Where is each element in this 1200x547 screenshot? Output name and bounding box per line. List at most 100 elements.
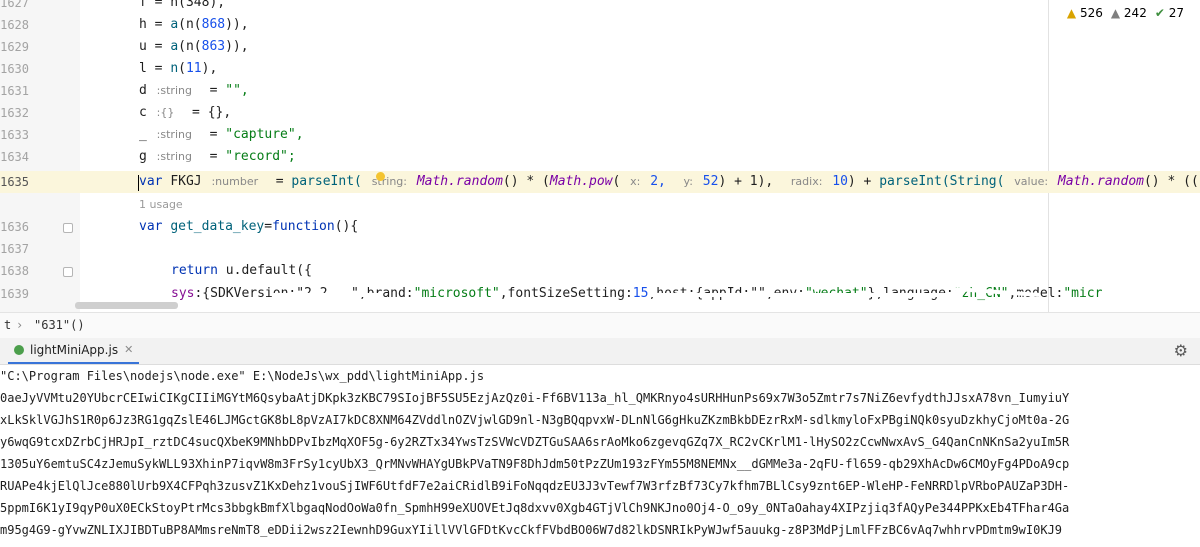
call-name: n [170,61,179,76]
paren: ( [612,174,621,189]
variable-name: u [139,39,147,54]
horizontal-scrollbar[interactable] [75,302,178,309]
redaction-mark [650,293,960,297]
line-number: 1631 [0,84,29,98]
variable-name: d [139,83,147,98]
function-call: parseInt( [291,174,362,189]
code-line[interactable]: 1630 l = n(11), [0,58,1200,80]
variable-name: g [139,149,147,164]
variable-name: c [139,105,147,120]
call-name: a [170,17,179,32]
nodejs-icon [14,345,24,355]
code-text: f = n(348), [139,0,226,10]
code-line[interactable]: 1629 u = a(n(863)), [0,36,1200,58]
line-number: 1634 [0,150,29,164]
string-literal: "microsoft" [413,286,500,301]
operator: ) + 1), [718,174,774,189]
close-icon[interactable]: ✕ [124,338,133,362]
redaction-mark [272,293,382,297]
text-caret [138,175,139,191]
string-literal: "micr [1063,286,1103,301]
number-literal: 10 [832,174,848,189]
operator: () * (( [1143,174,1199,189]
operator: ) + [847,174,880,189]
string-literal: "capture", [225,127,304,142]
fold-toggle-icon[interactable] [63,223,73,233]
keyword: var [139,219,163,234]
paren: (){ [334,219,359,234]
keyword: var [139,174,163,189]
keyword: return [171,263,218,278]
code-line[interactable]: 1628 h = a(n(868)), [0,14,1200,36]
run-tab[interactable]: lightMiniApp.js ✕ [8,338,140,364]
type-hint: string [160,128,192,141]
property-name: sys [171,286,195,301]
code-line[interactable]: 1633 _ :string = "capture", [0,124,1200,146]
method-call: Math.pow [549,174,613,189]
run-toolbar: lightMiniApp.js ✕ ⚙ [0,338,1200,365]
function-call: String( [949,174,1005,189]
code-text: ,fontSizeSetting: [499,286,633,301]
number-literal: 868 [201,17,226,32]
breadcrumb-scope[interactable]: t [4,313,11,338]
line-number: 1629 [0,40,29,54]
function-call: parseInt( [879,174,950,189]
variable-name: h [139,17,147,32]
operator: () * ( [502,174,550,189]
method-call: Math.random [416,174,503,189]
method-call: Math.random [1057,174,1144,189]
console-line: y6wqG9tcxDZrbCjHRJpI_rztDC4sucQXbeK9MNhb… [0,435,1070,449]
number-literal: 2, [650,174,666,189]
number-literal: 11 [185,61,202,76]
lightbulb-icon[interactable] [376,172,385,181]
code-line-current[interactable]: 1635 var FKGJ :number = parseInt( string… [0,171,1200,193]
fold-toggle-icon[interactable] [63,267,73,277]
string-literal: "", [225,83,249,98]
operator: = [264,219,273,234]
object-literal: {}, [207,105,232,120]
usage-hint[interactable]: 1 usage [139,196,183,214]
code-line[interactable]: 1627 f = n(348), [0,0,1200,14]
variable-name: _ [139,127,147,142]
code-line[interactable]: 1637 [0,238,1200,260]
console-line: 5ppmI6K1yI9qyP0uX0ECkStoyPtrMcs3bbgkBmfX… [0,501,1070,515]
call-name: a [170,39,179,54]
breadcrumb-item[interactable]: "631"() [34,313,85,338]
param-hint: x: [630,175,641,188]
line-number: 1628 [0,18,29,32]
variable-name: l [139,61,147,76]
console-line: RUAPe4kjElQlJce880lUrb9X4CFPqh3zusvZ1KxD… [0,479,1070,493]
line-number: 1633 [0,128,29,142]
code-line[interactable]: 1634 g :string = "record"; [0,146,1200,168]
line-number: 1632 [0,106,29,120]
breadcrumb: t › "631"() [0,312,1200,339]
number-literal: 863 [201,39,226,54]
type-hint: number [215,175,259,188]
console-line: 1305uY6emtuSC4zJemuSykWLL93XhinP7iqvW8m3… [0,457,1070,471]
keyword: function [272,219,335,234]
line-number: 1636 [0,220,29,234]
console-line: "C:\Program Files\nodejs\node.exe" E:\No… [0,369,485,383]
gear-icon[interactable]: ⚙ [1174,341,1188,360]
line-number: 1630 [0,62,29,76]
function-name: get_data_key [170,219,265,234]
code-line[interactable]: 1631 d :string = "", [0,80,1200,102]
breadcrumb-separator-icon: › [16,318,24,332]
type-hint: string [160,84,192,97]
param-hint: y: [683,175,693,188]
variable-name: FKGJ [170,174,202,189]
param-hint: radix: [790,175,823,188]
line-number: 1627 [0,0,29,10]
code-line[interactable]: 1636 var get_data_key=function(){ [0,216,1200,238]
number-literal: 52 [702,174,719,189]
code-text: u.default({ [225,263,312,278]
code-line[interactable]: 1638 return u.default({ [0,260,1200,282]
code-editor[interactable]: ▲ 526 ▲ 242 ✔ 27 1627 f = n(348), 1628 h… [0,0,1200,312]
line-number: 1637 [0,242,29,256]
param-hint: value: [1014,175,1049,188]
console-line: 0aeJyVVMtu20YUbcrCEIwiCIKgCIIiMGYtM6Qsyb… [0,391,1070,405]
code-line[interactable]: 1632 c :{} = {}, [0,102,1200,124]
run-tab-label: lightMiniApp.js [30,343,119,357]
console-output[interactable]: "C:\Program Files\nodejs\node.exe" E:\No… [0,365,1200,547]
console-line: xLkSklVGJhS1R0p6Jz3RG1gqZslE46LJMGctGK8b… [0,413,1070,427]
